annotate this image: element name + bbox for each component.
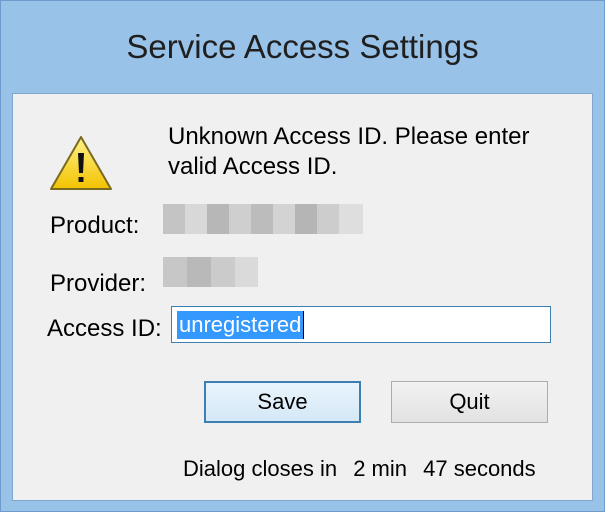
countdown-text: Dialog closes in 2 min 47 seconds bbox=[183, 456, 546, 482]
message-line-1: Unknown Access ID. Please enter bbox=[168, 123, 530, 150]
text-caret bbox=[303, 311, 304, 339]
error-message: Unknown Access ID. Please enter valid Ac… bbox=[168, 122, 568, 182]
access-id-input[interactable]: unregistered bbox=[171, 306, 551, 343]
dialog-body: Unknown Access ID. Please enter valid Ac… bbox=[12, 93, 593, 501]
save-button[interactable]: Save bbox=[204, 381, 361, 423]
product-label: Product: bbox=[50, 212, 140, 239]
provider-value-redacted bbox=[163, 257, 258, 287]
dialog-window: Service Access Settings Unknown Access I… bbox=[0, 0, 605, 512]
countdown-minutes: 2 min bbox=[353, 456, 407, 481]
access-id-selected-text[interactable]: unregistered bbox=[177, 311, 304, 339]
countdown-seconds: 47 seconds bbox=[423, 456, 536, 481]
provider-label: Provider: bbox=[50, 270, 147, 297]
countdown-prefix: Dialog closes in bbox=[183, 456, 338, 481]
message-line-2: valid Access ID. bbox=[168, 153, 338, 180]
quit-button[interactable]: Quit bbox=[391, 381, 548, 423]
product-value-redacted bbox=[163, 204, 363, 234]
access-id-label: Access ID: bbox=[47, 315, 162, 342]
window-title[interactable]: Service Access Settings bbox=[1, 1, 604, 93]
warning-icon bbox=[50, 136, 112, 190]
